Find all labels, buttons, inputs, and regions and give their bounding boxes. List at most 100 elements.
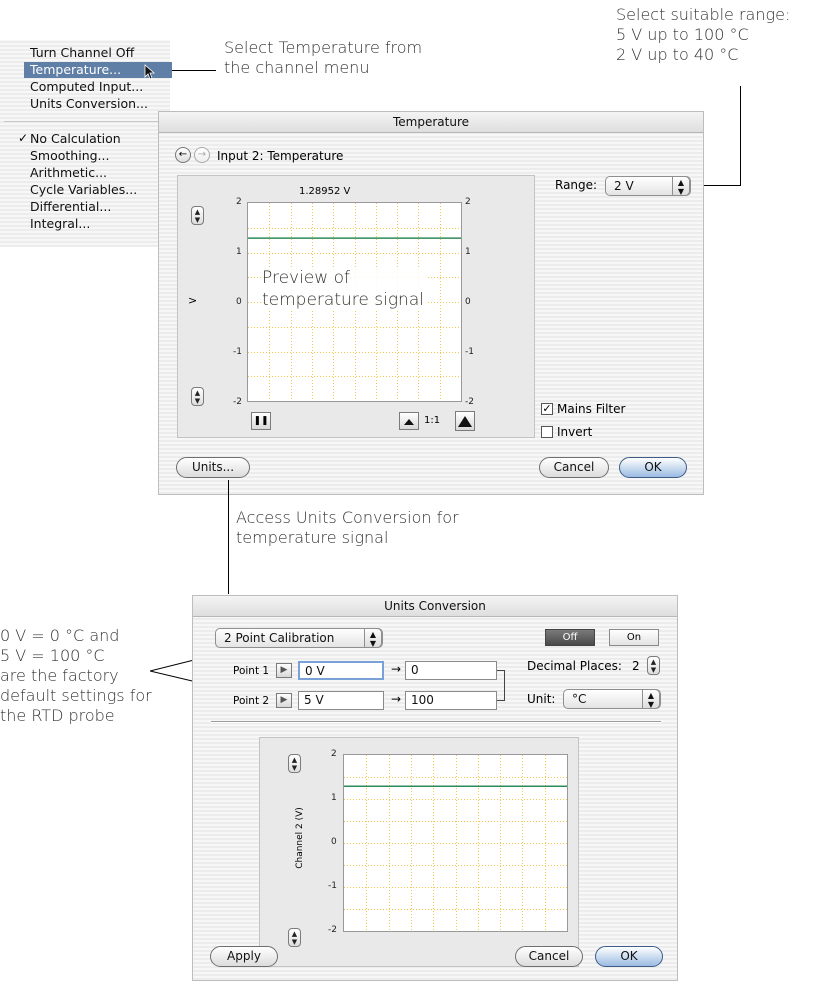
scale-label: 1:1 (424, 415, 441, 426)
menu-item-units-conversion[interactable]: Units Conversion... (30, 96, 148, 111)
menu-item-temperature[interactable]: Temperature... (30, 62, 121, 77)
voltage-readout: 1.28952 V (299, 186, 351, 197)
y-tick: -2 (328, 925, 337, 935)
callout-factory-defaults: 0 V = 0 °C and 5 V = 100 °C are the factor… (0, 626, 152, 725)
y-tick-left: 1 (236, 247, 242, 257)
cancel-button[interactable]: Cancel (539, 457, 609, 478)
y-axis-label: Channel 2 (V) (295, 807, 305, 869)
on-button[interactable]: On (609, 629, 659, 646)
y-tick-left: 0 (236, 297, 242, 307)
pause-icon: ❚❚ (253, 416, 269, 426)
range-label: Range: (555, 178, 598, 192)
zoom-in-button[interactable] (455, 411, 475, 431)
point2-output-field[interactable]: 100 (405, 691, 497, 710)
range-value: 2 V (614, 179, 634, 193)
y-tick: 1 (331, 793, 337, 803)
popup-arrows-icon: ▲ ▼ (364, 628, 382, 648)
menu-item-no-calculation[interactable]: No Calculation (30, 131, 121, 146)
bracket-line (497, 700, 505, 701)
y-tick-right: 0 (465, 297, 471, 307)
point1-output-field[interactable]: 0 (405, 661, 497, 680)
menu-item-differential[interactable]: Differential... (30, 199, 111, 214)
y-tick-left: 2 (236, 197, 242, 207)
leader-line (228, 480, 229, 594)
input-label: Input 2: Temperature (217, 149, 344, 163)
arrow-icon: → (391, 692, 402, 706)
units-conversion-dialog: Units Conversion 2 Point Calibration ▲ ▼ … (192, 595, 678, 981)
mains-filter-checkbox[interactable]: ✓ (541, 403, 553, 415)
callout-range-hint: Select suitable range: 5 V up to 100 °C 2 … (616, 5, 791, 64)
unit-select[interactable]: °C ▲ ▼ (563, 689, 661, 709)
off-button[interactable]: Off (545, 629, 595, 646)
ok-button[interactable]: OK (595, 946, 663, 967)
invert-label: Invert (557, 425, 593, 439)
point2-capture-button[interactable]: ▶ (276, 693, 292, 708)
forward-button[interactable]: → (194, 147, 210, 163)
mountain-small-icon (404, 419, 414, 425)
zoom-stepper-top[interactable]: ▲ ▼ (288, 754, 301, 773)
zoom-stepper-top[interactable]: ▲ ▼ (191, 206, 204, 225)
y-tick: -1 (328, 881, 337, 891)
calibration-mode-select[interactable]: 2 Point Calibration ▲ ▼ (215, 628, 383, 648)
pause-button[interactable]: ❚❚ (251, 412, 271, 430)
menu-item-cycle-variables[interactable]: Cycle Variables... (30, 182, 137, 197)
y-tick-right: 1 (465, 247, 471, 257)
leader-line (740, 86, 741, 186)
point1-input-field[interactable]: 0 V (298, 661, 384, 680)
point2-input-field[interactable]: 5 V (298, 691, 384, 710)
units-plot (343, 754, 568, 932)
mains-filter-label: Mains Filter (557, 402, 626, 416)
invert-checkbox[interactable] (541, 426, 553, 438)
menu-item-turn-channel-off[interactable]: Turn Channel Off (30, 45, 134, 60)
popup-arrows-icon: ▲ ▼ (672, 176, 690, 196)
dialog-title: Units Conversion (193, 596, 677, 617)
dialog-title: Temperature (159, 112, 703, 133)
checkmark-icon: ✓ (18, 131, 29, 145)
y-tick-left: -2 (233, 397, 242, 407)
y-tick: 0 (331, 837, 337, 847)
y-tick-right: -2 (465, 397, 474, 407)
point1-capture-button[interactable]: ▶ (276, 663, 292, 678)
y-tick: 2 (331, 749, 337, 759)
calibration-mode-value: 2 Point Calibration (224, 631, 335, 645)
menu-divider (4, 121, 168, 122)
y-tick-right: -1 (465, 347, 474, 357)
unit-label: Unit: (527, 692, 556, 706)
callout-units-access: Access Units Conversion for temperature s… (236, 508, 459, 547)
menu-item-integral[interactable]: Integral... (30, 216, 90, 231)
decimal-places-label: Decimal Places: (527, 659, 622, 673)
mouse-cursor-icon (144, 64, 156, 84)
menu-item-arithmetic[interactable]: Arithmetic... (30, 165, 107, 180)
menu-item-computed-input[interactable]: Computed Input... (30, 79, 143, 94)
ok-button[interactable]: OK (619, 457, 687, 478)
unit-value: °C (572, 692, 587, 706)
temperature-dialog: Temperature ← → Input 2: Temperature 1.2… (158, 111, 704, 495)
units-plot-svg (344, 755, 567, 931)
forward-arrow-icon: → (197, 149, 207, 160)
cancel-button[interactable]: Cancel (515, 946, 583, 967)
back-button[interactable]: ← (175, 147, 191, 163)
leader-line (172, 70, 216, 71)
arrow-icon: → (391, 662, 402, 676)
callout-select-temperature: Select Temperature from the channel menu (224, 38, 423, 77)
popup-arrows-icon: ▲ ▼ (642, 689, 660, 709)
decimal-places-value: 2 (632, 659, 640, 673)
decimal-places-stepper[interactable]: ▲ ▼ (647, 656, 660, 675)
range-select[interactable]: 2 V ▲ ▼ (605, 176, 691, 196)
menu-item-smoothing[interactable]: Smoothing... (30, 148, 109, 163)
back-arrow-icon: ← (178, 149, 188, 160)
units-button[interactable]: Units... (176, 457, 250, 478)
separator (211, 721, 661, 723)
zoom-out-button[interactable] (399, 412, 419, 430)
y-tick-right: 2 (465, 197, 471, 207)
apply-button[interactable]: Apply (210, 946, 278, 967)
point2-label: Point 2 (233, 695, 270, 707)
callout-preview: Preview of temperature signal (262, 267, 426, 311)
zoom-stepper-bottom[interactable]: ▲ ▼ (288, 928, 301, 947)
point1-label: Point 1 (233, 665, 270, 677)
channel-marker: > (188, 294, 198, 307)
zoom-stepper-bottom[interactable]: ▲ ▼ (191, 387, 204, 406)
bracket-line (504, 670, 505, 701)
mountain-large-icon (458, 416, 472, 427)
y-tick-left: -1 (233, 347, 242, 357)
